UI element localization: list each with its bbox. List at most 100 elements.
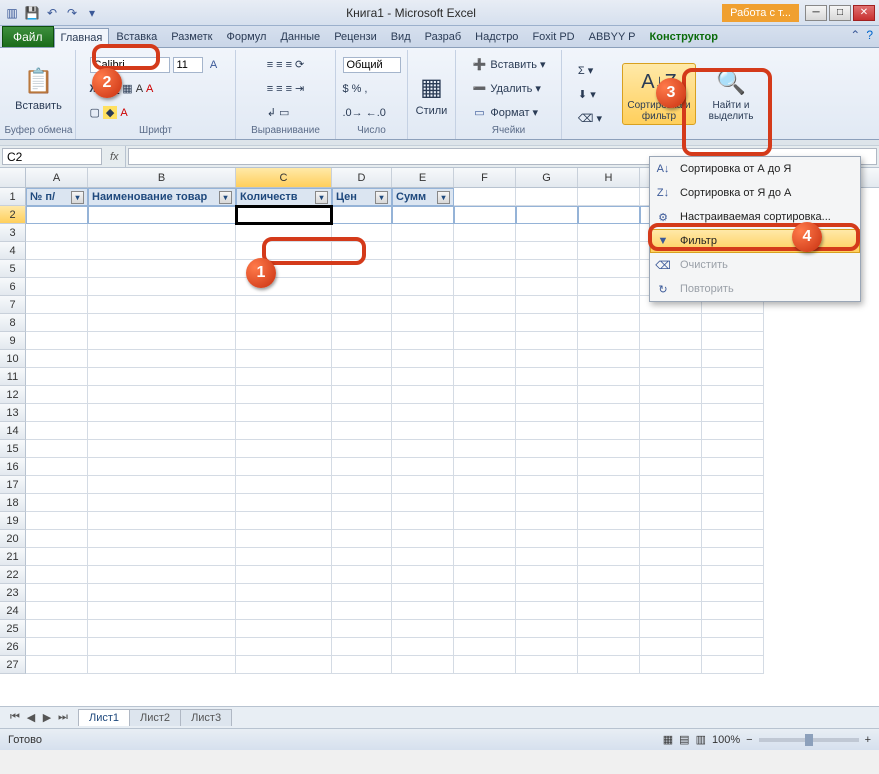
cell[interactable] bbox=[88, 332, 236, 350]
cell[interactable] bbox=[454, 224, 516, 242]
cell[interactable] bbox=[392, 440, 454, 458]
cell[interactable] bbox=[454, 566, 516, 584]
col-header-G[interactable]: G bbox=[516, 168, 578, 187]
cell[interactable]: Сумм▾ bbox=[392, 188, 454, 206]
cell[interactable] bbox=[702, 512, 764, 530]
cell[interactable] bbox=[332, 332, 392, 350]
cell[interactable] bbox=[236, 458, 332, 476]
cell[interactable] bbox=[236, 566, 332, 584]
tab-review[interactable]: Рецензи bbox=[327, 27, 384, 47]
row-header[interactable]: 3 bbox=[0, 224, 26, 242]
cell[interactable] bbox=[236, 530, 332, 548]
cell[interactable] bbox=[454, 548, 516, 566]
cell[interactable] bbox=[578, 602, 640, 620]
zoom-out-button[interactable]: − bbox=[746, 734, 752, 746]
tab-foxit[interactable]: Foxit PD bbox=[525, 27, 581, 47]
qat-more-icon[interactable]: ▾ bbox=[84, 5, 100, 21]
cell[interactable] bbox=[578, 530, 640, 548]
cell[interactable] bbox=[26, 638, 88, 656]
row-header[interactable]: 2 bbox=[0, 206, 26, 224]
minimize-ribbon-icon[interactable]: ⌃ bbox=[850, 28, 860, 42]
cell[interactable] bbox=[26, 206, 88, 224]
cell[interactable] bbox=[332, 206, 392, 224]
sheet-tab-1[interactable]: Лист1 bbox=[78, 709, 130, 726]
row-header[interactable]: 8 bbox=[0, 314, 26, 332]
bold-button[interactable]: Ж bbox=[90, 83, 100, 95]
cell[interactable] bbox=[88, 548, 236, 566]
cell[interactable] bbox=[578, 368, 640, 386]
cell[interactable] bbox=[236, 476, 332, 494]
row-header[interactable]: 15 bbox=[0, 440, 26, 458]
cell[interactable] bbox=[236, 440, 332, 458]
cell[interactable] bbox=[640, 638, 702, 656]
cell[interactable] bbox=[454, 404, 516, 422]
cell[interactable] bbox=[26, 368, 88, 386]
cell[interactable] bbox=[516, 584, 578, 602]
cell[interactable] bbox=[236, 296, 332, 314]
cell[interactable] bbox=[640, 332, 702, 350]
tab-formulas[interactable]: Формул bbox=[219, 27, 273, 47]
cell[interactable] bbox=[236, 242, 332, 260]
cell[interactable] bbox=[392, 656, 454, 674]
cell[interactable] bbox=[516, 296, 578, 314]
cell[interactable] bbox=[392, 314, 454, 332]
cell[interactable] bbox=[516, 548, 578, 566]
cell[interactable] bbox=[454, 278, 516, 296]
cell[interactable] bbox=[26, 530, 88, 548]
cell[interactable] bbox=[332, 656, 392, 674]
cell[interactable] bbox=[26, 278, 88, 296]
cell[interactable] bbox=[516, 494, 578, 512]
cell[interactable] bbox=[88, 494, 236, 512]
cell[interactable] bbox=[236, 368, 332, 386]
cell[interactable] bbox=[332, 368, 392, 386]
cell[interactable] bbox=[332, 584, 392, 602]
save-icon[interactable]: 💾 bbox=[24, 5, 40, 21]
cell[interactable]: Наименование товар▾ bbox=[88, 188, 236, 206]
currency-icon[interactable]: $ bbox=[343, 83, 349, 95]
cell[interactable] bbox=[516, 206, 578, 224]
styles-button[interactable]: ▦ Стили bbox=[410, 69, 454, 119]
cell[interactable] bbox=[332, 566, 392, 584]
cell[interactable] bbox=[702, 548, 764, 566]
row-header[interactable]: 7 bbox=[0, 296, 26, 314]
cell[interactable] bbox=[392, 548, 454, 566]
cell[interactable] bbox=[26, 242, 88, 260]
cell[interactable] bbox=[454, 422, 516, 440]
row-header[interactable]: 5 bbox=[0, 260, 26, 278]
cell[interactable] bbox=[236, 350, 332, 368]
cell[interactable] bbox=[26, 566, 88, 584]
cell[interactable] bbox=[454, 584, 516, 602]
cell[interactable] bbox=[26, 620, 88, 638]
cell[interactable] bbox=[640, 350, 702, 368]
row-header[interactable]: 9 bbox=[0, 332, 26, 350]
cell[interactable] bbox=[702, 476, 764, 494]
cell[interactable] bbox=[702, 584, 764, 602]
cell[interactable] bbox=[332, 242, 392, 260]
cell[interactable] bbox=[392, 332, 454, 350]
insert-cells-button[interactable]: Вставить bbox=[490, 59, 537, 71]
menu-filter[interactable]: ▼Фильтр bbox=[650, 229, 860, 253]
cell[interactable] bbox=[640, 530, 702, 548]
align-middle-icon[interactable]: ≡ bbox=[276, 59, 282, 71]
cell[interactable] bbox=[236, 620, 332, 638]
cell[interactable] bbox=[392, 638, 454, 656]
cell[interactable] bbox=[392, 530, 454, 548]
borders-icon[interactable]: ▢ bbox=[90, 106, 100, 119]
wrap-text-icon[interactable]: ↲ bbox=[267, 106, 276, 119]
cell[interactable] bbox=[640, 656, 702, 674]
cell[interactable] bbox=[26, 332, 88, 350]
row-header[interactable]: 21 bbox=[0, 548, 26, 566]
cell[interactable] bbox=[88, 602, 236, 620]
cell[interactable] bbox=[236, 656, 332, 674]
cell[interactable] bbox=[516, 260, 578, 278]
cell[interactable] bbox=[236, 332, 332, 350]
view-normal-icon[interactable]: ▦ bbox=[663, 733, 673, 746]
cell[interactable] bbox=[516, 566, 578, 584]
cell[interactable] bbox=[640, 314, 702, 332]
cell[interactable] bbox=[702, 440, 764, 458]
cell[interactable] bbox=[236, 494, 332, 512]
cell[interactable] bbox=[392, 602, 454, 620]
cell[interactable] bbox=[26, 314, 88, 332]
paste-button[interactable]: 📋 Вставить bbox=[9, 64, 68, 114]
menu-custom-sort[interactable]: ⚙Настраиваемая сортировка... bbox=[650, 205, 860, 229]
